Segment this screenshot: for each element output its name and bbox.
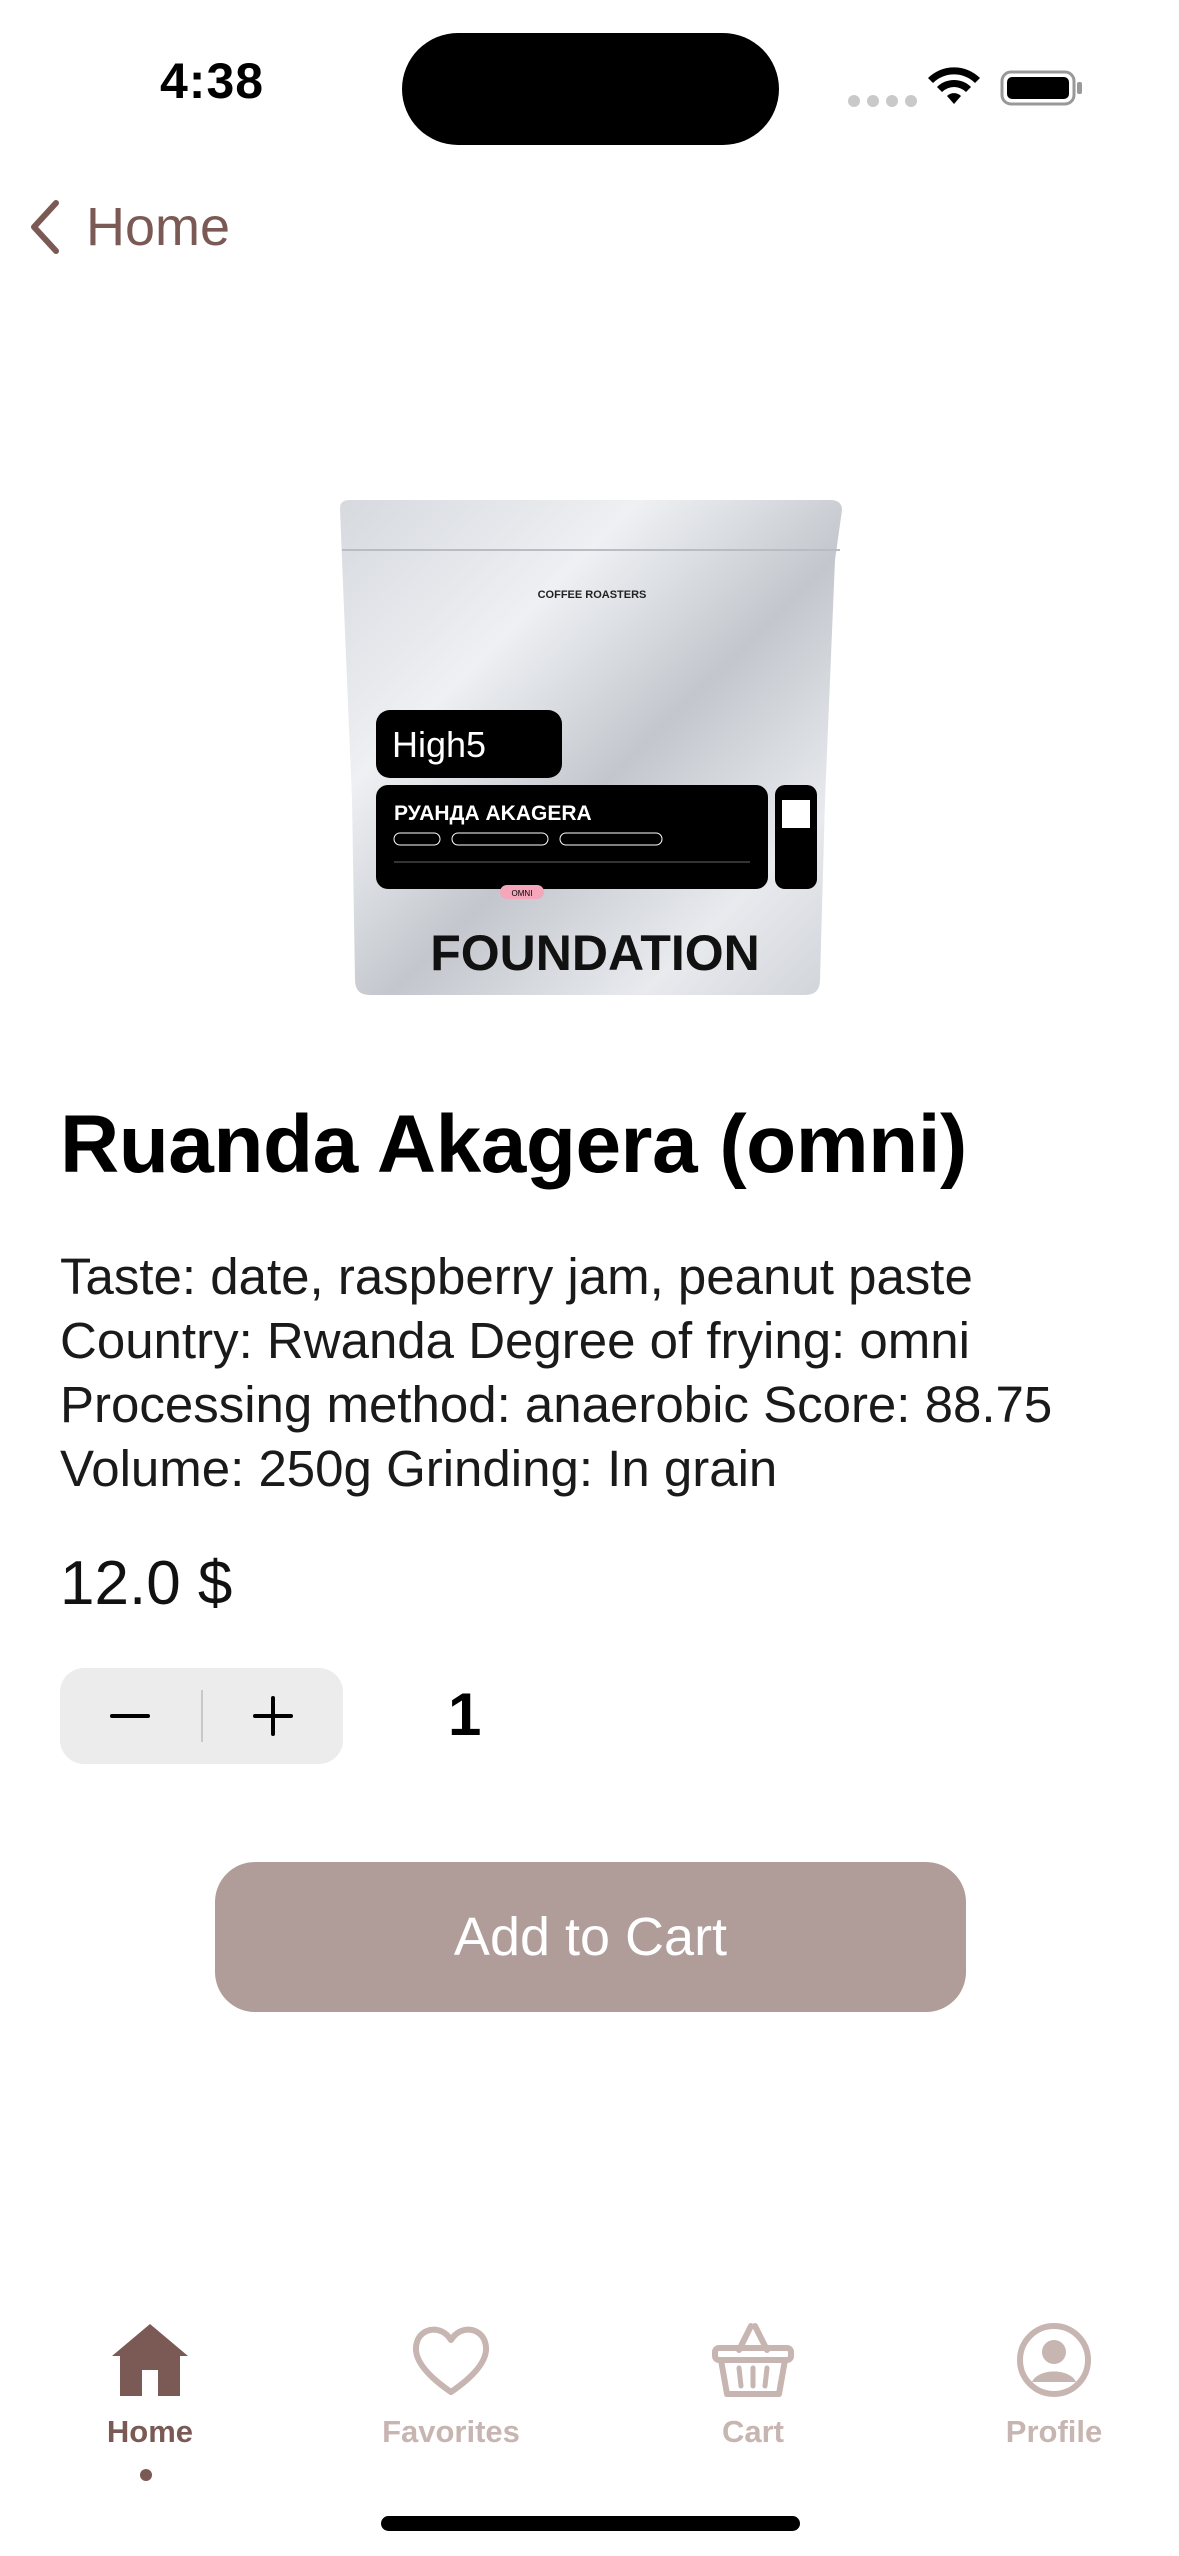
bag-label-title: РУАНДА AKAGERA: [394, 802, 592, 825]
product-title: Ruanda Akagera (omni): [60, 1099, 967, 1190]
bag-bottom-text: FOUNDATION: [430, 925, 760, 981]
tab-cart[interactable]: Cart: [643, 2320, 863, 2470]
home-indicator[interactable]: [381, 2516, 800, 2531]
plus-icon: [252, 1696, 293, 1736]
back-label: Home: [86, 197, 231, 257]
description-line: Volume: 250g Grinding: In grain: [60, 1440, 778, 1497]
description-line: Country: Rwanda Degree of frying: omni: [60, 1312, 970, 1369]
active-tab-indicator: [140, 2469, 152, 2481]
minus-icon: [110, 1714, 151, 1718]
heart-icon: [412, 2326, 490, 2395]
description-line: Taste: date, raspberry jam, peanut paste: [60, 1248, 973, 1305]
chevron-left-icon: [31, 200, 59, 254]
tab-label: Home: [106, 2414, 194, 2449]
quantity-value: 1: [448, 1681, 482, 1748]
cellular-signal-icon: [848, 95, 917, 107]
house-icon: [112, 2324, 188, 2396]
product-description: Taste: date, raspberry jam, peanut paste…: [60, 1245, 1140, 1501]
tab-label: Cart: [721, 2414, 784, 2449]
decrement-button[interactable]: [60, 1668, 201, 1764]
add-to-cart-button[interactable]: Add to Cart: [215, 1862, 966, 2012]
bag-badge: OMNI: [512, 889, 533, 898]
person-circle-icon: [1017, 2323, 1091, 2397]
description-line: Processing method: anaerobic Score: 88.7…: [60, 1376, 1053, 1433]
product-detail-screen: 4:38 Home COFFEE ROASTERS High5 РУАНДА A…: [0, 0, 1179, 2556]
tab-home[interactable]: Home: [40, 2320, 260, 2470]
quantity-stepper: [60, 1668, 343, 1764]
wifi-icon: [928, 67, 980, 104]
tab-label: Favorites: [382, 2414, 520, 2449]
bag-brand-text: High5: [392, 724, 486, 765]
tab-profile[interactable]: Profile: [944, 2320, 1164, 2470]
product-image: COFFEE ROASTERS High5 РУАНДА AKAGERA OMN…: [340, 500, 842, 995]
back-button[interactable]: Home: [26, 192, 230, 262]
battery-icon: [1000, 70, 1082, 106]
tab-label: Profile: [1005, 2414, 1103, 2449]
status-time: 4:38: [160, 53, 265, 109]
tab-favorites[interactable]: Favorites: [341, 2320, 561, 2470]
tab-bar: Home Favorites Cart Profile: [0, 2320, 1179, 2480]
product-price: 12.0 $: [60, 1549, 233, 1618]
increment-button[interactable]: [203, 1668, 344, 1764]
basket-icon: [712, 2323, 794, 2397]
dynamic-island: [402, 33, 779, 145]
bag-top-text: COFFEE ROASTERS: [538, 589, 647, 601]
